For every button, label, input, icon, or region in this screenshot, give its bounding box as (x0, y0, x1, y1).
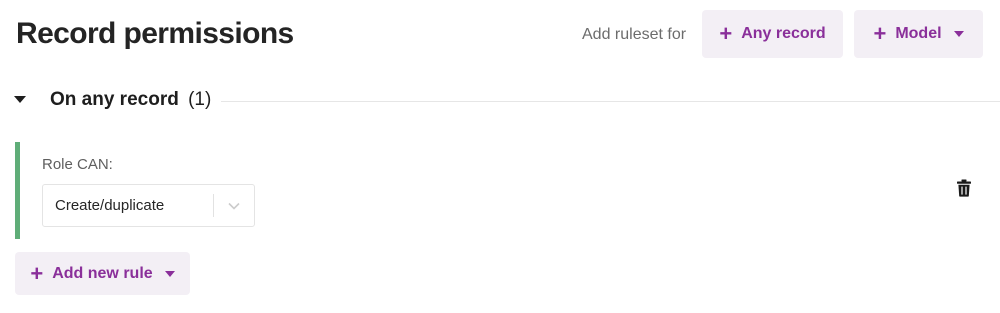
rule-indicator-bar (15, 142, 20, 239)
model-label: Model (895, 25, 942, 42)
add-model-button[interactable]: + Model (854, 10, 983, 58)
chevron-down-icon[interactable] (214, 202, 254, 210)
section-count: (1) (188, 89, 212, 110)
add-new-rule-label: Add new rule (52, 264, 153, 282)
add-ruleset-label: Add ruleset for (582, 26, 687, 43)
add-any-record-button[interactable]: + Any record (702, 10, 843, 58)
trash-icon[interactable] (956, 179, 972, 197)
collapse-caret-icon[interactable] (14, 96, 26, 103)
plus-icon: + (719, 21, 733, 46)
action-select-value: Create/duplicate (55, 197, 165, 214)
role-can-label: Role CAN: (42, 156, 113, 173)
add-new-rule-button[interactable]: + Add new rule (15, 252, 190, 295)
section-heading: On any record (1) (50, 88, 211, 112)
any-record-label: Any record (741, 25, 826, 42)
caret-down-icon (953, 31, 964, 37)
caret-down-icon (164, 270, 175, 277)
section-name: On any record (50, 89, 179, 110)
page-title: Record permissions (16, 17, 294, 50)
action-select[interactable]: Create/duplicate (42, 184, 255, 227)
record-permissions-page: Record permissions Add ruleset for + Any… (0, 0, 1000, 313)
plus-icon: + (873, 21, 887, 46)
plus-icon: + (30, 260, 44, 286)
section-divider (221, 101, 1000, 102)
